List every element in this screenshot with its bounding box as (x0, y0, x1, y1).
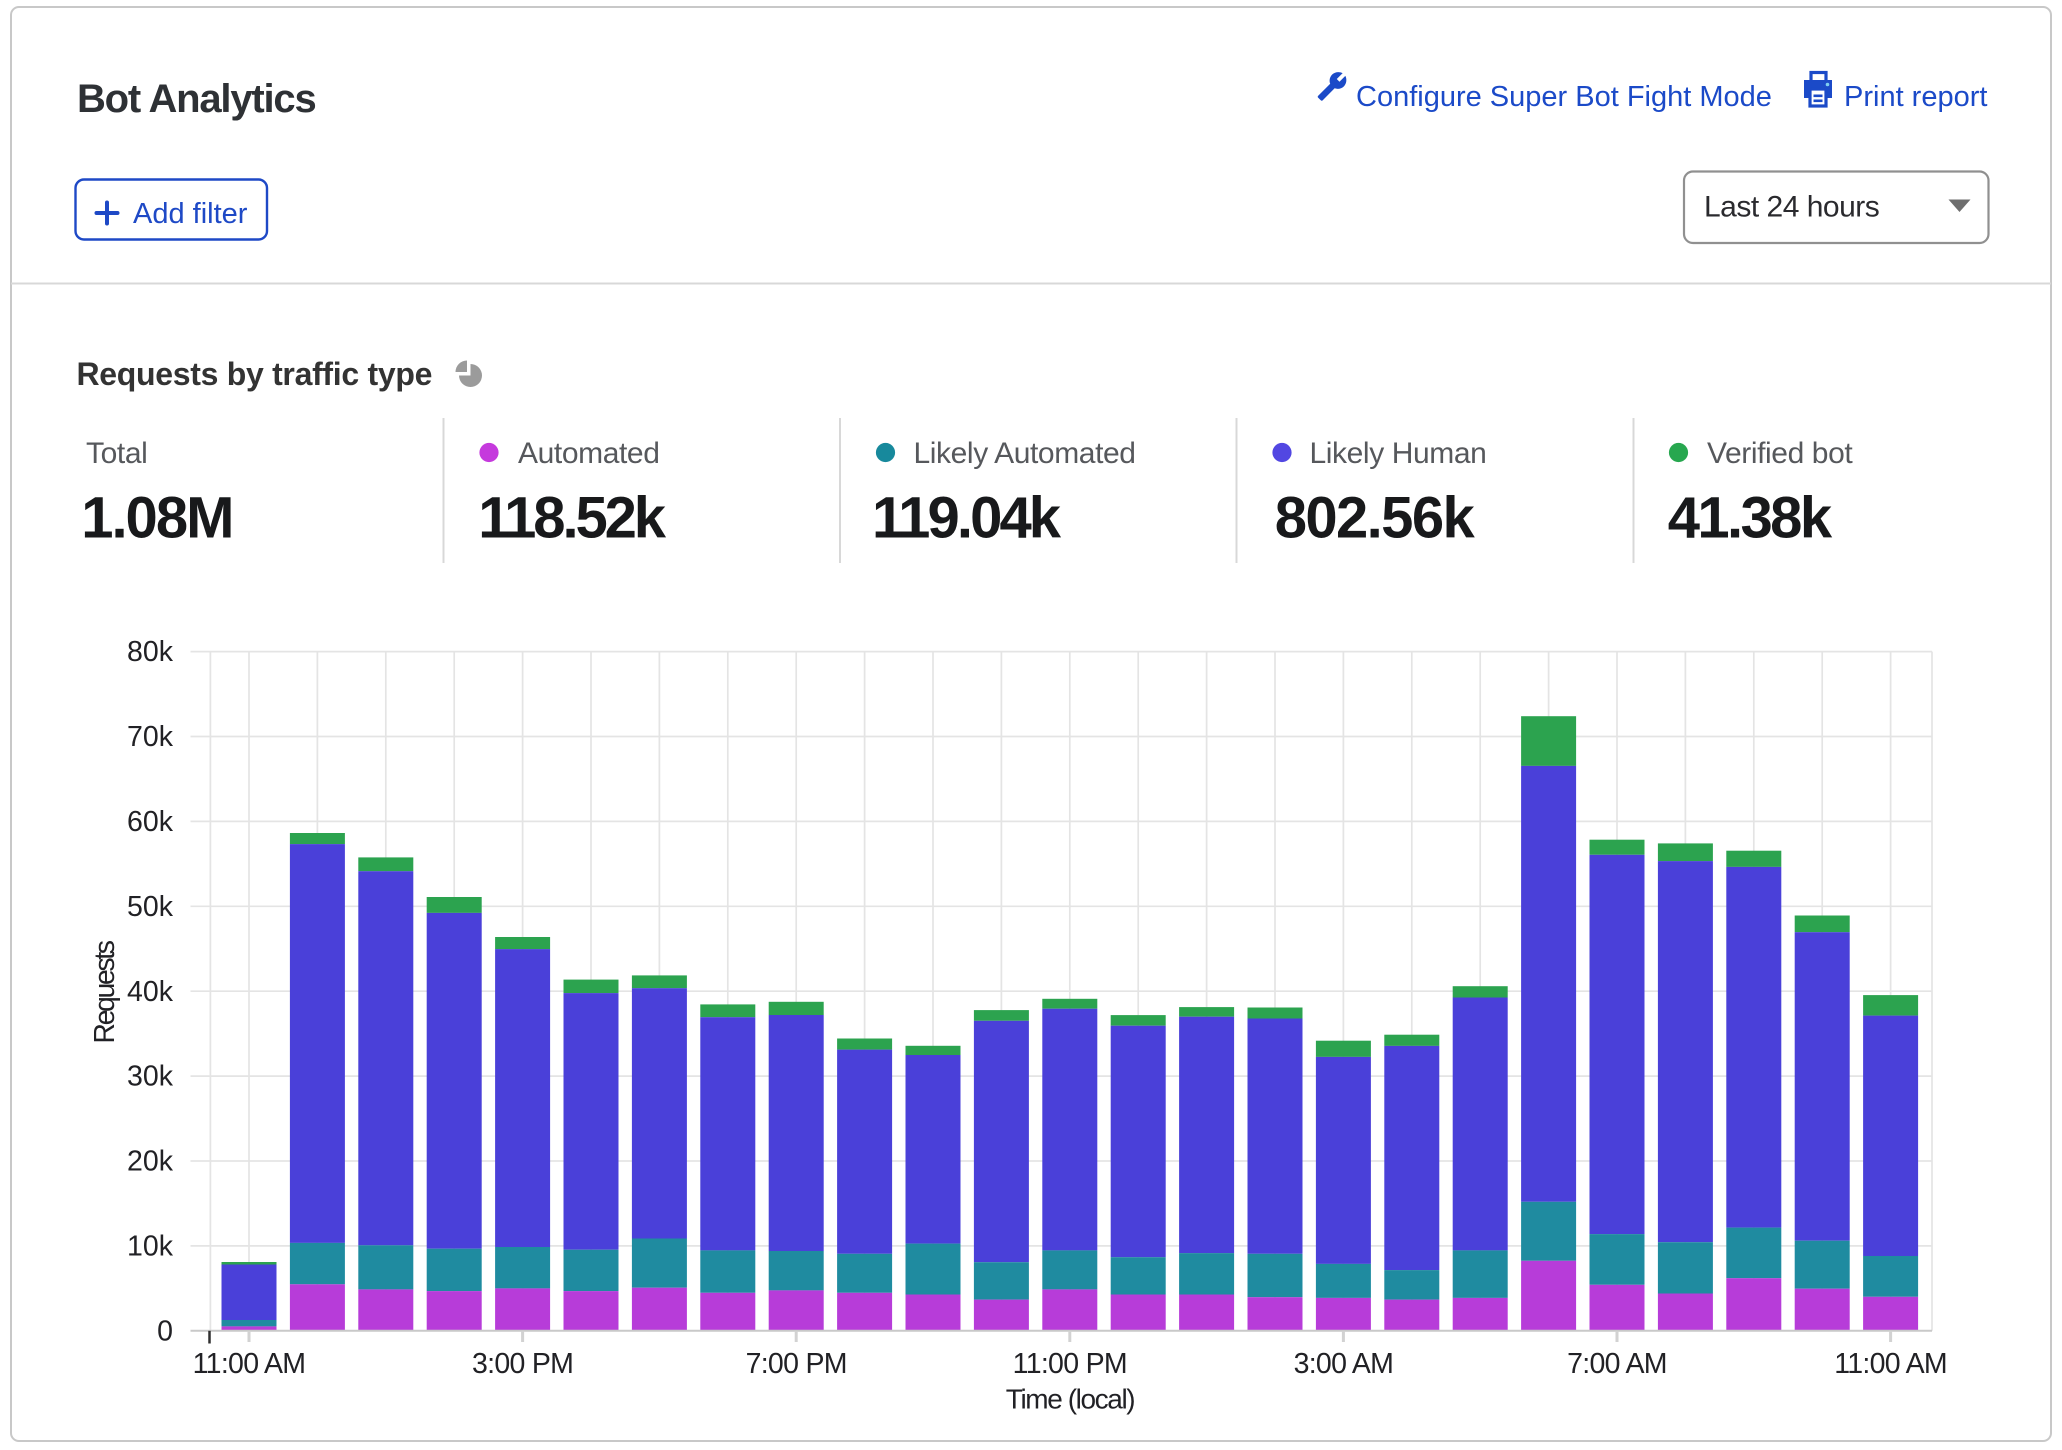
svg-text:80k: 80k (127, 636, 174, 668)
svg-text:7:00 PM: 7:00 PM (746, 1348, 847, 1380)
svg-text:11:00 PM: 11:00 PM (1013, 1348, 1127, 1380)
svg-text:Likely Automated: Likely Automated (914, 437, 1136, 470)
svg-text:40k: 40k (127, 976, 174, 1008)
svg-text:Requests: Requests (89, 940, 121, 1043)
svg-text:Print report: Print report (1844, 81, 1987, 113)
svg-text:Verified bot: Verified bot (1707, 437, 1853, 470)
svg-text:Add filter: Add filter (133, 198, 248, 230)
svg-text:Likely Human: Likely Human (1310, 437, 1487, 470)
svg-text:119.04k: 119.04k (872, 486, 1062, 551)
svg-text:1.08M: 1.08M (81, 486, 232, 551)
svg-text:50k: 50k (127, 891, 174, 923)
svg-text:0: 0 (157, 1315, 173, 1347)
svg-text:10k: 10k (127, 1231, 174, 1263)
svg-text:Total: Total (86, 437, 147, 470)
svg-text:3:00 PM: 3:00 PM (472, 1348, 573, 1380)
svg-text:3:00 AM: 3:00 AM (1294, 1348, 1394, 1380)
svg-text:20k: 20k (127, 1146, 174, 1178)
svg-text:Automated: Automated (518, 437, 660, 470)
svg-text:Configure Super Bot Fight Mode: Configure Super Bot Fight Mode (1356, 81, 1772, 113)
svg-text:Time (local): Time (local) (1006, 1384, 1134, 1415)
svg-text:802.56k: 802.56k (1275, 486, 1476, 551)
svg-text:11:00 AM: 11:00 AM (1834, 1348, 1947, 1380)
svg-text:118.52k: 118.52k (478, 486, 667, 551)
svg-text:7:00 AM: 7:00 AM (1567, 1348, 1667, 1380)
svg-text:70k: 70k (127, 721, 174, 753)
svg-text:30k: 30k (127, 1061, 174, 1093)
svg-text:Last 24 hours: Last 24 hours (1704, 191, 1879, 224)
svg-text:41.38k: 41.38k (1668, 486, 1833, 551)
svg-text:11:00 AM: 11:00 AM (193, 1348, 306, 1380)
svg-text:Bot Analytics: Bot Analytics (77, 77, 316, 121)
svg-text:Requests by traffic type: Requests by traffic type (77, 356, 433, 392)
svg-text:60k: 60k (127, 806, 174, 838)
